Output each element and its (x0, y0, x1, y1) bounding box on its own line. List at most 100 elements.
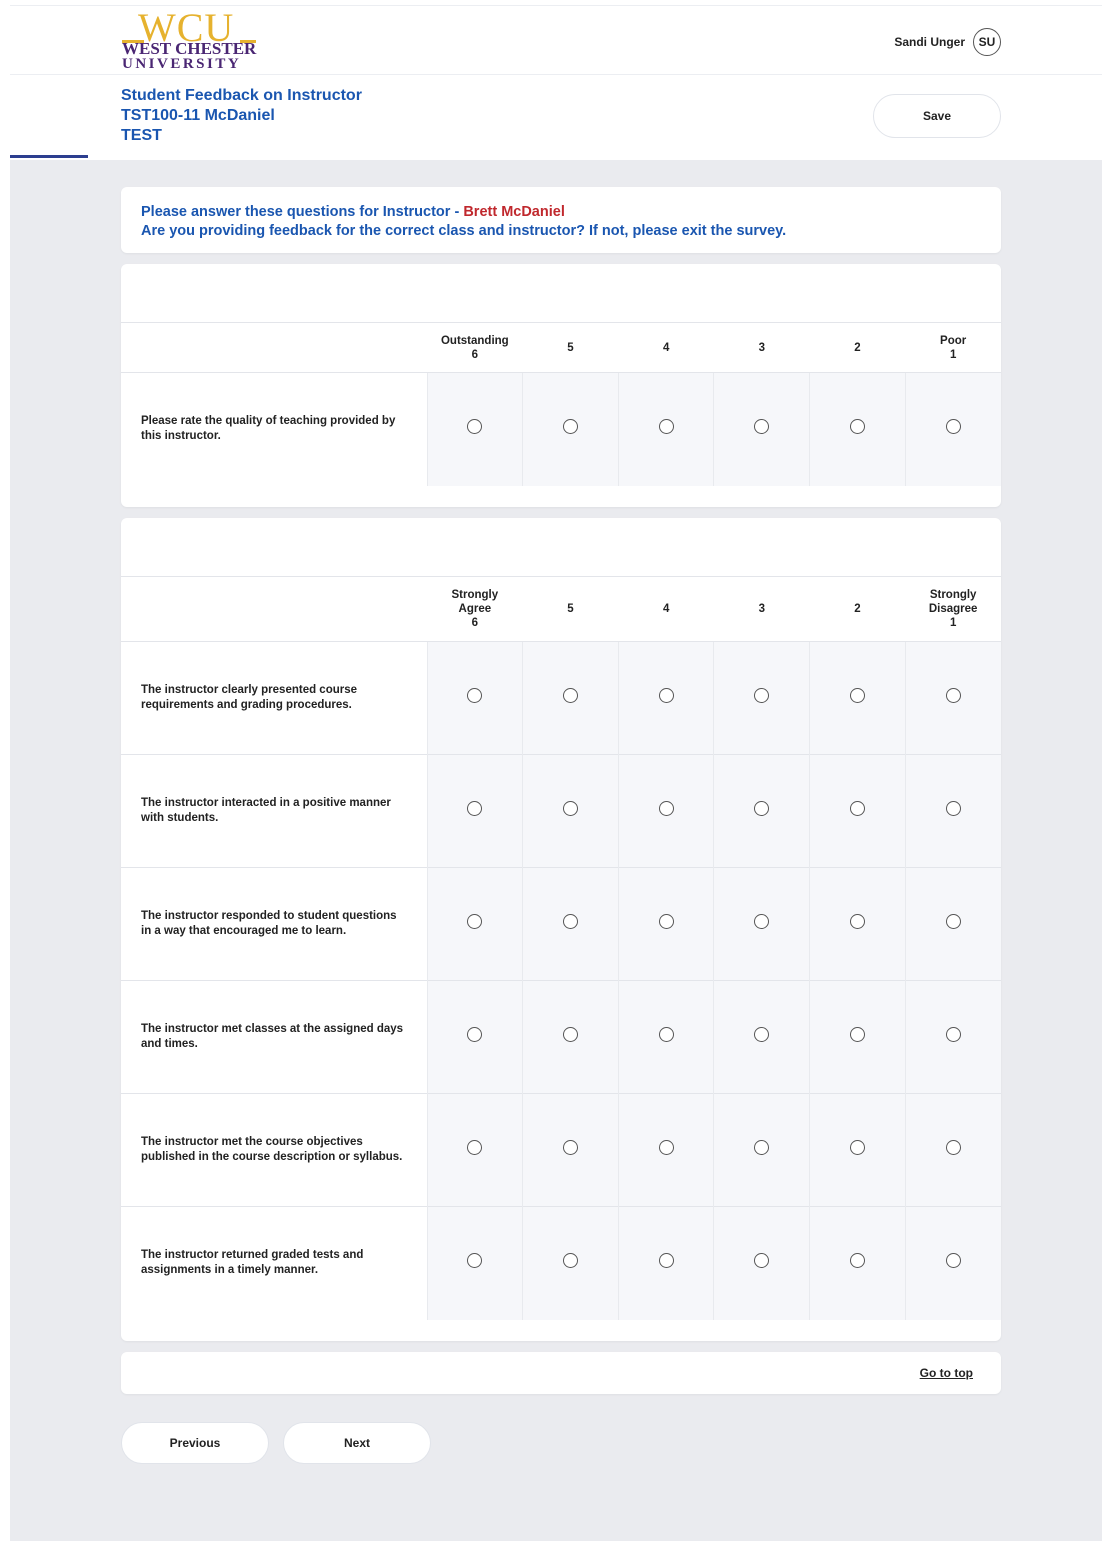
rating-option-cell[interactable] (713, 641, 810, 755)
rating-radio[interactable] (849, 419, 865, 435)
rating-option-cell[interactable] (809, 1206, 906, 1320)
rating-option-cell[interactable] (522, 1206, 619, 1320)
rating-option-cell[interactable] (617, 867, 714, 981)
column-header-line: 4 (662, 603, 670, 615)
rating-option-cell[interactable] (904, 1093, 1001, 1207)
rating-radio[interactable] (562, 688, 578, 703)
avatar[interactable]: SU (973, 28, 1001, 56)
rating-radio[interactable] (754, 419, 770, 435)
rating-radio[interactable] (562, 1027, 578, 1042)
rating-option-cell[interactable] (426, 980, 523, 1094)
column-header-line: Poor (940, 334, 967, 347)
rating-radio[interactable] (658, 688, 674, 703)
rating-radio[interactable] (754, 801, 770, 816)
user-menu[interactable]: Sandi Unger SU (894, 28, 1001, 56)
rating-radio[interactable] (562, 419, 578, 435)
rating-option-cell[interactable] (713, 1093, 810, 1207)
rating-radio[interactable] (562, 914, 578, 929)
rating-radio[interactable] (658, 914, 674, 929)
rating-radio[interactable] (945, 688, 961, 703)
rating-radio[interactable] (658, 419, 674, 435)
column-header-line: 2 (854, 341, 861, 354)
rating-radio[interactable] (467, 688, 483, 703)
rating-radio[interactable] (562, 1253, 578, 1269)
rating-radio[interactable] (658, 1027, 674, 1042)
survey-header: Student Feedback on Instructor TST100-11… (10, 76, 1102, 160)
rating-option-cell[interactable] (522, 372, 619, 486)
rating-option-cell[interactable] (904, 980, 1001, 1094)
rating-option-cell[interactable] (426, 1206, 523, 1320)
go-to-top-link[interactable]: Go to top (920, 1366, 973, 1380)
rating-option-cell[interactable] (426, 867, 523, 981)
rating-radio[interactable] (945, 1140, 961, 1155)
rating-radio[interactable] (467, 1140, 483, 1155)
rating-option-cell[interactable] (809, 867, 906, 981)
rating-option-cell[interactable] (522, 641, 619, 755)
rating-option-cell[interactable] (713, 754, 810, 868)
rating-option-cell[interactable] (426, 1093, 523, 1207)
next-button[interactable]: Next (283, 1422, 431, 1464)
rating-radio[interactable] (754, 1140, 770, 1155)
rating-radio[interactable] (658, 1253, 674, 1269)
column-header-line: 1 (949, 617, 957, 629)
rating-option-cell[interactable] (617, 754, 714, 868)
rating-option-cell[interactable] (809, 372, 906, 486)
rating-option-cell[interactable] (522, 867, 619, 981)
rating-radio[interactable] (658, 801, 674, 816)
rating-option-cell[interactable] (904, 372, 1001, 486)
rating-radio[interactable] (849, 1140, 865, 1155)
rating-radio[interactable] (754, 914, 770, 929)
rating-option-cell[interactable] (617, 1093, 714, 1207)
rating-radio[interactable] (945, 801, 961, 816)
rating-radio[interactable] (754, 688, 770, 703)
rating-option-cell[interactable] (809, 980, 906, 1094)
previous-button[interactable]: Previous (121, 1422, 269, 1464)
save-button[interactable]: Save (873, 94, 1001, 138)
rating-radio[interactable] (754, 1027, 770, 1042)
wcu-logo[interactable]: WCU WEST CHESTER UNIVERSITY (120, 6, 260, 74)
question-text: Please rate the quality of teaching prov… (121, 372, 427, 486)
rating-radio[interactable] (467, 801, 483, 816)
rating-radio[interactable] (467, 419, 483, 435)
rating-option-cell[interactable] (713, 980, 810, 1094)
notice-line-1: Please answer these questions for Instru… (141, 203, 981, 222)
rating-option-cell[interactable] (809, 641, 906, 755)
column-header-line: Outstanding (440, 334, 509, 347)
rating-option-cell[interactable] (617, 980, 714, 1094)
rating-radio[interactable] (849, 801, 865, 816)
rating-option-cell[interactable] (426, 372, 523, 486)
rating-option-cell[interactable] (809, 754, 906, 868)
rating-option-cell[interactable] (904, 754, 1001, 868)
rating-option-cell[interactable] (617, 641, 714, 755)
rating-option-cell[interactable] (713, 1206, 810, 1320)
rating-radio[interactable] (849, 688, 865, 703)
rating-option-cell[interactable] (904, 641, 1001, 755)
rating-radio[interactable] (658, 1140, 674, 1155)
rating-option-cell[interactable] (426, 641, 523, 755)
rating-option-cell[interactable] (617, 372, 714, 486)
rating-option-cell[interactable] (904, 1206, 1001, 1320)
rating-radio[interactable] (467, 1027, 483, 1042)
rating-option-cell[interactable] (426, 754, 523, 868)
rating-option-cell[interactable] (713, 867, 810, 981)
rating-option-cell[interactable] (713, 372, 810, 486)
rating-radio[interactable] (467, 1253, 483, 1269)
rating-option-cell[interactable] (904, 867, 1001, 981)
rating-option-cell[interactable] (522, 1093, 619, 1207)
rating-radio[interactable] (849, 914, 865, 929)
rating-radio[interactable] (562, 801, 578, 816)
rating-radio[interactable] (945, 1027, 961, 1042)
rating-column-header: 4 (618, 576, 714, 642)
rating-option-cell[interactable] (522, 754, 619, 868)
rating-option-cell[interactable] (522, 980, 619, 1094)
rating-radio[interactable] (849, 1027, 865, 1042)
rating-radio[interactable] (945, 419, 961, 435)
rating-radio[interactable] (754, 1253, 770, 1269)
rating-option-cell[interactable] (617, 1206, 714, 1320)
rating-radio[interactable] (849, 1253, 865, 1269)
rating-radio[interactable] (467, 914, 483, 929)
rating-radio[interactable] (562, 1140, 578, 1155)
rating-radio[interactable] (945, 914, 961, 929)
rating-option-cell[interactable] (809, 1093, 906, 1207)
rating-radio[interactable] (945, 1253, 961, 1269)
